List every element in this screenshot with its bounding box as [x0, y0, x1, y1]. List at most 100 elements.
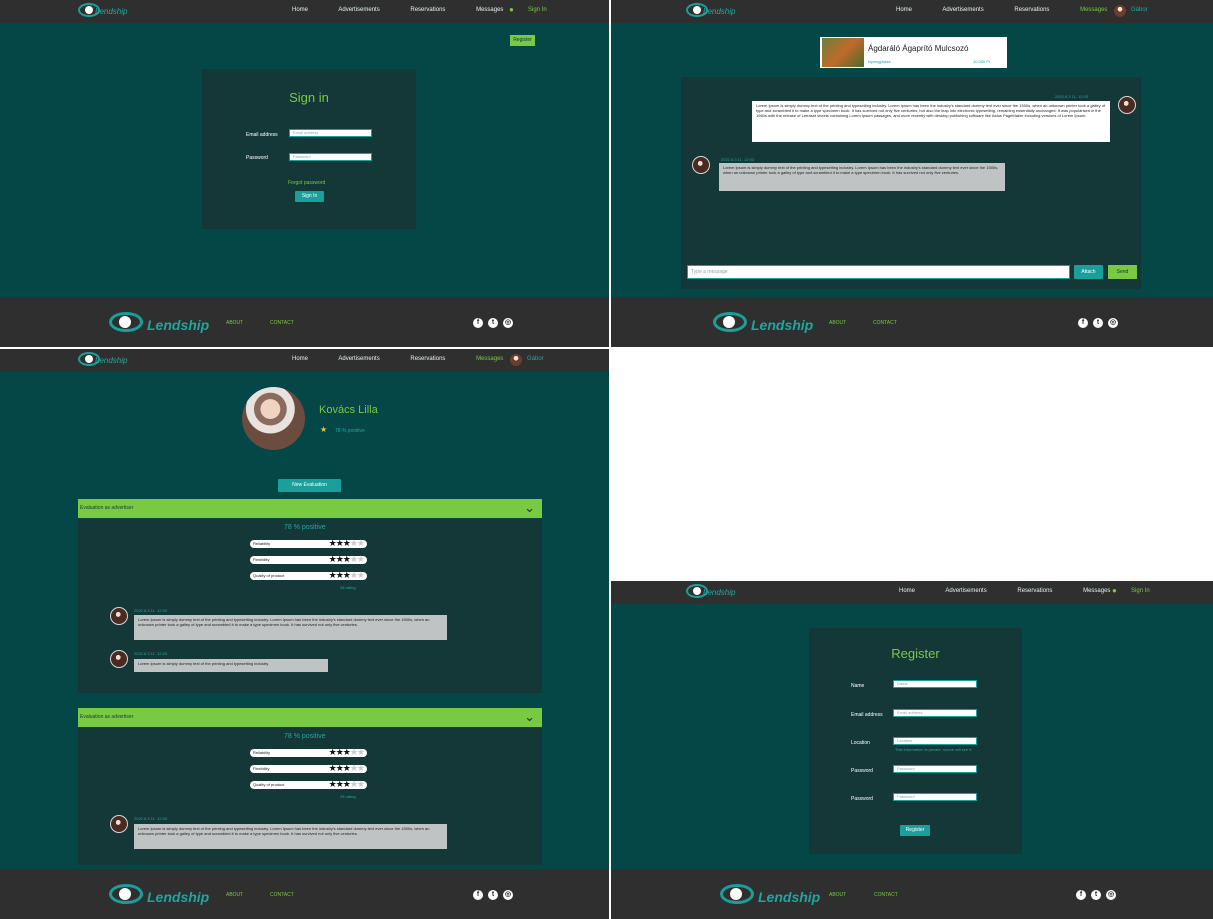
- email-label: Email address: [246, 132, 278, 138]
- star-rating: ★★★★★: [328, 538, 365, 548]
- password-label: Password: [246, 155, 268, 161]
- star-rating: ★★★★★: [328, 779, 365, 789]
- nav-advertisements[interactable]: Advertisements: [945, 588, 986, 594]
- logo-eye-icon: [85, 355, 93, 363]
- nav-home[interactable]: Home: [292, 356, 308, 362]
- twitter-icon[interactable]: t: [1091, 890, 1101, 900]
- footer-contact-link[interactable]: CONTACT: [874, 892, 898, 898]
- password-field[interactable]: Password: [289, 153, 372, 161]
- footer-logo[interactable]: Lendship: [713, 307, 823, 337]
- password-field[interactable]: Password: [893, 765, 977, 773]
- name-field[interactable]: Name: [893, 680, 977, 688]
- logo[interactable]: Lendship: [686, 2, 742, 20]
- nav-messages[interactable]: Messages: [476, 356, 503, 362]
- twitter-icon[interactable]: t: [488, 890, 498, 900]
- footer-logo-eye-icon: [723, 316, 735, 328]
- footer-logo[interactable]: Lendship: [109, 307, 219, 337]
- footer-logo[interactable]: Lendship: [109, 879, 219, 909]
- signin-card: Sign in Email address Email address Pass…: [202, 69, 416, 229]
- rating-label: Flexibility: [253, 766, 270, 771]
- item-price: 10 000 Ft: [973, 59, 990, 64]
- nav-reservations[interactable]: Reservations: [410, 356, 445, 362]
- new-evaluation-button[interactable]: New Evaluation: [278, 479, 341, 492]
- star-rating: ★★★★★: [328, 554, 365, 564]
- attach-button[interactable]: Attach: [1074, 265, 1103, 279]
- facebook-icon[interactable]: f: [1076, 890, 1086, 900]
- footer-about-link[interactable]: ABOUT: [226, 892, 243, 898]
- nav-advertisements[interactable]: Advertisements: [942, 7, 983, 13]
- accordion-title: Evaluation as advertiser: [80, 505, 134, 511]
- nav-reservations[interactable]: Reservations: [1017, 588, 1052, 594]
- nav-home[interactable]: Home: [899, 588, 915, 594]
- user-name[interactable]: Gábor: [1131, 7, 1148, 13]
- nav-home[interactable]: Home: [896, 7, 912, 13]
- signin-submit-button[interactable]: Sign In: [295, 191, 324, 202]
- star-rating: ★★★★★: [328, 763, 365, 773]
- logo[interactable]: Lendship: [686, 583, 742, 601]
- instagram-icon[interactable]: ◎: [1106, 890, 1116, 900]
- footer-contact-link[interactable]: CONTACT: [270, 892, 294, 898]
- nav-reservations[interactable]: Reservations: [410, 7, 445, 13]
- nav-messages[interactable]: Messages: [476, 7, 503, 13]
- profile-name: Kovács Lilla: [319, 404, 378, 416]
- confirm-password-label: Password: [851, 796, 873, 802]
- user-avatar[interactable]: [510, 354, 522, 366]
- evaluation-accordion-header[interactable]: Evaluation as advertiser ⌄: [78, 499, 542, 518]
- nav-advertisements[interactable]: Advertisements: [338, 356, 379, 362]
- item-card[interactable]: Ágdaráló Ágaprító Mulcsozó Nyíregyháza 1…: [820, 37, 1007, 68]
- comment-time: 2022.6.3 11. 12:03: [134, 608, 168, 613]
- location-field[interactable]: Location: [893, 737, 977, 745]
- message-input[interactable]: Type a message: [687, 265, 1070, 279]
- footer-about-link[interactable]: ABOUT: [829, 320, 846, 326]
- logo[interactable]: Lendship: [78, 2, 134, 20]
- footer-contact-link[interactable]: CONTACT: [873, 320, 897, 326]
- chevron-down-icon[interactable]: ⌄: [524, 709, 535, 725]
- instagram-icon[interactable]: ◎: [1108, 318, 1118, 328]
- profile-page: Lendship Home Advertisements Reservation…: [0, 349, 609, 919]
- footer-about-link[interactable]: ABOUT: [829, 892, 846, 898]
- nav-home[interactable]: Home: [292, 7, 308, 13]
- logo-eye-icon: [85, 6, 93, 14]
- rating-label: Reliability: [253, 541, 271, 546]
- footer-about-link[interactable]: ABOUT: [226, 320, 243, 326]
- user-name[interactable]: Gábor: [527, 356, 544, 362]
- user-avatar[interactable]: [1114, 5, 1126, 17]
- logo-eye-icon: [693, 6, 701, 14]
- nav-advertisements[interactable]: Advertisements: [338, 7, 379, 13]
- footer-contact-link[interactable]: CONTACT: [270, 320, 294, 326]
- twitter-icon[interactable]: t: [1093, 318, 1103, 328]
- email-label: Email address: [851, 712, 883, 718]
- forgot-password-link[interactable]: Forgot password: [288, 180, 325, 186]
- instagram-icon[interactable]: ◎: [503, 318, 513, 328]
- confirm-password-field[interactable]: Password: [893, 793, 977, 801]
- facebook-icon[interactable]: f: [473, 890, 483, 900]
- send-button[interactable]: Send: [1108, 265, 1137, 279]
- message-time: 2022.6.3 11. 12:03: [721, 157, 755, 162]
- twitter-icon[interactable]: t: [488, 318, 498, 328]
- footer: Lendship ABOUT CONTACT f t ◎: [0, 869, 609, 919]
- nav-messages[interactable]: Messages: [1083, 588, 1110, 594]
- email-field[interactable]: Email address: [289, 129, 372, 137]
- logo[interactable]: Lendship: [78, 351, 134, 369]
- signin-link[interactable]: Sign In: [528, 7, 547, 13]
- password-label: Password: [851, 768, 873, 774]
- email-field[interactable]: Email address: [893, 709, 977, 717]
- nav-links: Home Advertisements Reservations Message…: [899, 588, 1139, 594]
- message-bubble: Lorem Ipsum is simply dummy text of the …: [719, 163, 1005, 191]
- facebook-icon[interactable]: f: [473, 318, 483, 328]
- register-button[interactable]: Register: [510, 35, 535, 46]
- signin-link[interactable]: Sign In: [1131, 588, 1150, 594]
- facebook-icon[interactable]: f: [1078, 318, 1088, 328]
- location-hint: This information is private, noone will …: [895, 747, 973, 752]
- nav-links: Home Advertisements Reservations Message…: [896, 7, 1136, 13]
- nav-messages[interactable]: Messages: [1080, 7, 1107, 13]
- positive-rating: 78 % positive: [335, 428, 365, 434]
- nav-reservations[interactable]: Reservations: [1014, 7, 1049, 13]
- rating-reliability: Reliability ★★★★★: [250, 747, 367, 757]
- chevron-down-icon[interactable]: ⌄: [524, 500, 535, 516]
- user-icon: ●: [509, 5, 514, 14]
- footer-logo[interactable]: Lendship: [720, 879, 830, 909]
- evaluation-accordion-header[interactable]: Evaluation as advertiser ⌄: [78, 708, 542, 727]
- register-submit-button[interactable]: Register: [900, 825, 930, 836]
- instagram-icon[interactable]: ◎: [503, 890, 513, 900]
